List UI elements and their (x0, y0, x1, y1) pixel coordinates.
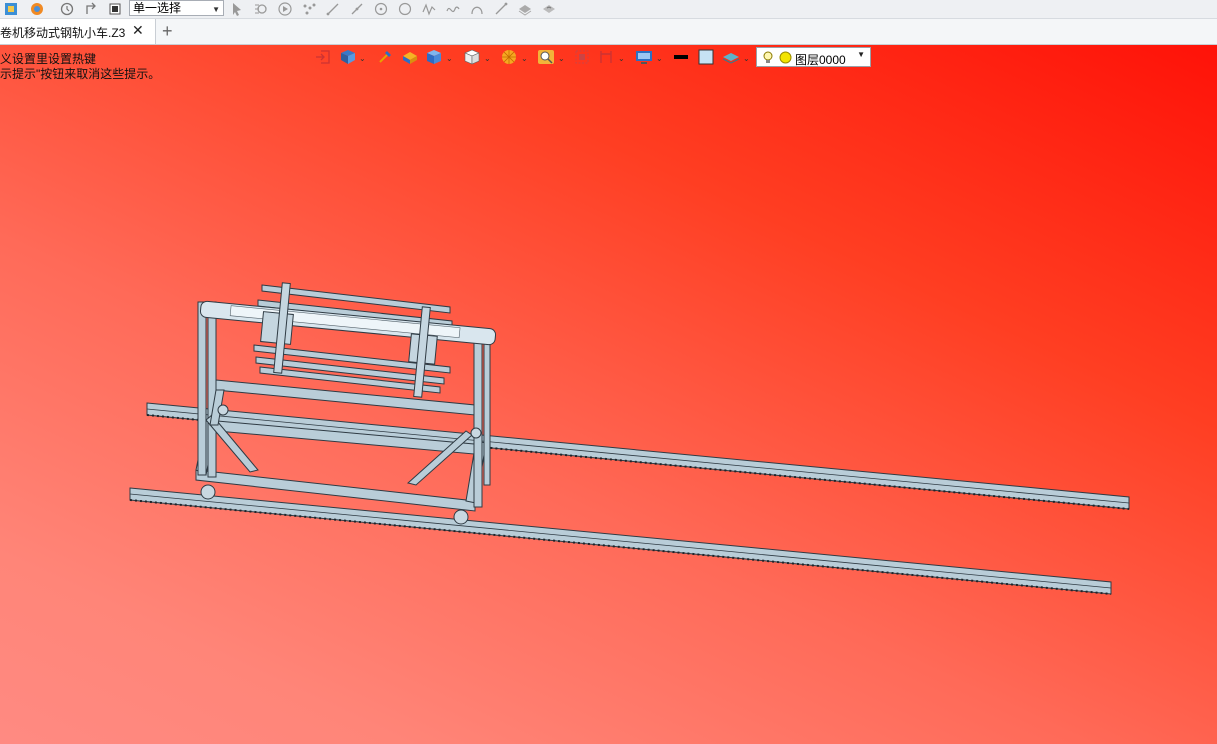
play-icon[interactable] (278, 2, 292, 16)
part-icon[interactable] (30, 2, 44, 16)
shell-icon[interactable] (542, 2, 556, 16)
new-tab-icon[interactable]: + (162, 21, 173, 42)
selection-mode-value: 单一选择 (133, 1, 182, 15)
history-icon[interactable] (60, 2, 74, 16)
circle-icon[interactable] (398, 2, 412, 16)
front-rail (129, 487, 1112, 595)
circle-center-icon[interactable] (374, 2, 388, 16)
redo-icon[interactable] (84, 2, 98, 16)
document-tab-bar: 卷机移动式钢轨小车.Z3 ✕ + (0, 19, 1217, 45)
app-icon[interactable] (4, 2, 18, 16)
document-tab[interactable]: 卷机移动式钢轨小车.Z3 ✕ (0, 19, 156, 44)
back-rail (146, 402, 1130, 510)
polyline-icon[interactable] (422, 2, 436, 16)
tangent-line-icon[interactable] (494, 2, 508, 16)
close-tab-icon[interactable]: ✕ (132, 22, 144, 39)
line-icon[interactable] (326, 2, 340, 16)
spline-icon[interactable] (446, 2, 460, 16)
3d-viewport[interactable]: 义设置里设置热键 示提示"按钮来取消这些提示。 ⌄ ⌄ ⌄ ⌄ ⌄ ⌄ ⌄ ⌄ … (0, 45, 1217, 744)
arc-icon[interactable] (470, 2, 484, 16)
dropdown-arrow-icon: ▼ (212, 5, 220, 14)
line-segment-icon[interactable] (350, 2, 364, 16)
selection-mode-dropdown[interactable]: 单一选择 ▼ (129, 0, 224, 16)
pointer-icon[interactable] (230, 2, 244, 16)
command-toolbar: 单一选择 ▼ (0, 0, 1217, 19)
surface-icon[interactable] (518, 2, 532, 16)
rail-cart-model[interactable] (0, 45, 1217, 744)
stop-icon[interactable] (108, 2, 122, 16)
points-icon[interactable] (302, 2, 316, 16)
document-tab-title: 卷机移动式钢轨小车.Z3 (0, 26, 126, 40)
filter-icon[interactable] (254, 2, 268, 16)
